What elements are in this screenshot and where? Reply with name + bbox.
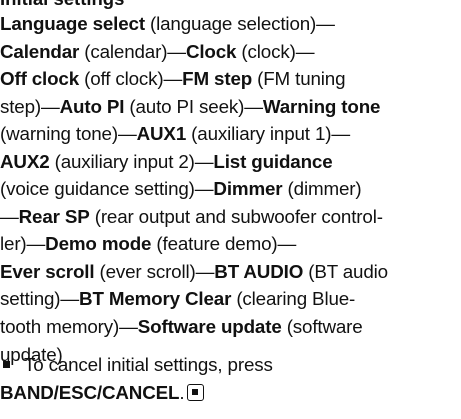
text-line: Off clock (off clock)—FM step (FM tuning xyxy=(0,68,346,90)
text-line: (voice guidance setting)—Dimmer (dimmer) xyxy=(0,178,362,200)
item-desc: off clock xyxy=(90,68,158,90)
item-desc: feature demo xyxy=(162,233,272,255)
key-name: BAND/ESC/CANCEL xyxy=(0,381,180,403)
item-term: AUX2 xyxy=(0,150,50,172)
text-line: Calendar (calendar)—Clock (clock)— xyxy=(0,40,315,62)
text-line: —Rear SP (rear output and subwoofer cont… xyxy=(0,205,383,227)
text-line: BAND/ESC/CANCEL. xyxy=(0,379,459,407)
item-desc: ever scroll xyxy=(105,260,190,282)
item-term: BT AUDIO xyxy=(214,260,304,282)
item-term: Auto PI xyxy=(59,95,125,117)
text-line: Ever scroll (ever scroll)—BT AUDIO (BT a… xyxy=(0,260,388,282)
text-line: To cancel initial settings, press xyxy=(0,351,459,379)
item-desc: calendar xyxy=(90,40,162,62)
note-text: To cancel initial settings, press xyxy=(24,354,273,375)
item-desc: auto PI seek xyxy=(135,95,239,117)
square-bullet-icon xyxy=(3,361,10,368)
item-desc: auxiliary input 2 xyxy=(60,150,189,172)
item-term: Rear SP xyxy=(18,205,90,227)
text-line: AUX2 (auxiliary input 2)—List guidance xyxy=(0,150,333,172)
text-line: Language select (language selection)— xyxy=(0,13,335,34)
item-term: Ever scroll xyxy=(0,260,95,282)
manual-page: Initial settings Language select (langua… xyxy=(0,0,459,419)
item-term: Dimmer xyxy=(213,178,283,200)
item-term: Calendar xyxy=(0,40,80,62)
section-heading: Initial settings xyxy=(0,0,124,10)
end-of-section-icon xyxy=(187,383,205,401)
item-term: Clock xyxy=(185,40,237,62)
item-desc: language selection xyxy=(156,13,311,34)
item-desc: clock xyxy=(247,40,290,62)
cancel-note: To cancel initial settings, press BAND/E… xyxy=(0,351,459,406)
item-term: FM step xyxy=(182,68,253,90)
item-term: Off clock xyxy=(0,68,80,90)
item-term: Demo mode xyxy=(45,233,152,255)
text-line: tooth memory)—Software update (software xyxy=(0,316,363,338)
text-line: step)—Auto PI (auto PI seek)—Warning ton… xyxy=(0,95,381,117)
text-line: ler)—Demo mode (feature demo)— xyxy=(0,233,297,255)
text-line: setting)—BT Memory Clear (clearing Blue- xyxy=(0,288,356,310)
text-line: (warning tone)—AUX1 (auxiliary input 1)— xyxy=(0,123,350,145)
item-term: BT Memory Clear xyxy=(79,288,232,310)
item-term: Software update xyxy=(137,316,282,338)
item-term: List guidance xyxy=(213,150,333,172)
item-desc: warning tone xyxy=(6,123,112,145)
item-term: AUX1 xyxy=(136,123,187,145)
item-term: Language select xyxy=(0,13,145,34)
settings-list-paragraph: Language select (language selection)— Ca… xyxy=(0,10,459,368)
item-desc: voice guidance setting xyxy=(6,178,189,200)
item-desc: dimmer xyxy=(293,178,356,200)
item-term: Warning tone xyxy=(262,95,381,117)
item-desc: auxiliary input 1 xyxy=(197,123,326,145)
